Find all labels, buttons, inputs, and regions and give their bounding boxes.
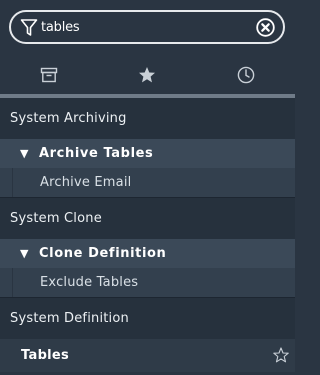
- tree-item-archive-email[interactable]: Archive Email: [0, 168, 295, 197]
- tree-group-archive-tables[interactable]: ▼ Archive Tables: [0, 139, 295, 168]
- item-label: Tables: [21, 348, 70, 363]
- indent-guide: [12, 168, 13, 197]
- section-label: System Archiving: [10, 111, 127, 126]
- navigation-tree: System Archiving ▼ Archive Tables Archiv…: [0, 98, 295, 372]
- expanded-triangle-icon[interactable]: ▼: [20, 247, 28, 260]
- item-label: Archive Email: [40, 175, 132, 190]
- tree-section-system-clone[interactable]: System Clone: [0, 198, 295, 239]
- tree-item-tables[interactable]: Tables: [0, 339, 295, 372]
- indent-guide: [12, 268, 13, 297]
- group-label: Clone Definition: [39, 246, 167, 261]
- archive-box-icon: [40, 67, 58, 83]
- search-box[interactable]: [9, 10, 285, 44]
- favorite-star-icon[interactable]: [273, 347, 289, 363]
- tab-archive[interactable]: [0, 56, 98, 94]
- clear-circle-icon[interactable]: [256, 18, 275, 37]
- item-label: Exclude Tables: [40, 275, 139, 290]
- star-icon: [139, 67, 156, 83]
- tab-history[interactable]: [197, 56, 295, 94]
- tab-favorites[interactable]: [98, 56, 196, 94]
- tab-bar: [0, 56, 295, 94]
- filter-icon: [20, 19, 38, 36]
- tree-section-system-archiving[interactable]: System Archiving: [0, 98, 295, 139]
- expanded-triangle-icon[interactable]: ▼: [20, 147, 28, 160]
- section-label: System Clone: [10, 211, 102, 226]
- search-input[interactable]: [41, 17, 251, 37]
- group-label: Archive Tables: [39, 146, 154, 161]
- tree-section-system-definition[interactable]: System Definition: [0, 298, 295, 339]
- tree-group-clone-definition[interactable]: ▼ Clone Definition: [0, 239, 295, 268]
- section-label: System Definition: [10, 311, 129, 326]
- tree-item-exclude-tables[interactable]: Exclude Tables: [0, 268, 295, 297]
- clock-icon: [237, 66, 255, 84]
